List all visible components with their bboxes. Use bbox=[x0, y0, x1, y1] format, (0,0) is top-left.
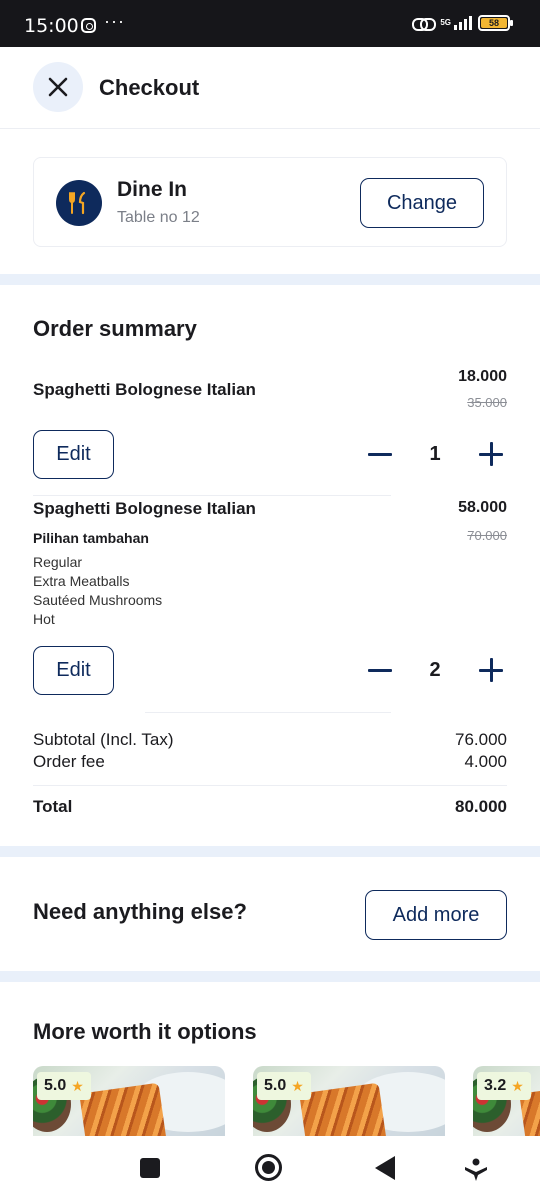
upsell-title: Need anything else? bbox=[33, 899, 247, 924]
close-button[interactable] bbox=[33, 62, 83, 112]
close-icon bbox=[48, 77, 68, 97]
hotspot-link-icon bbox=[412, 16, 437, 31]
status-bar: 15:00 ··· 5G 58 bbox=[0, 0, 540, 47]
page-title: Checkout bbox=[99, 75, 200, 100]
status-time: 15:00 bbox=[24, 15, 79, 37]
item-price: 18.000 bbox=[458, 368, 507, 385]
status-indicators: 5G 58 bbox=[412, 15, 513, 31]
total-value: 80.000 bbox=[455, 797, 507, 816]
section-divider bbox=[0, 971, 540, 982]
utensils-icon bbox=[56, 180, 102, 226]
item-quantity: 2 bbox=[429, 659, 441, 681]
system-nav-bar bbox=[0, 1136, 540, 1200]
edit-item-button[interactable]: Edit bbox=[33, 430, 114, 479]
addon-option: Sautéed Mushrooms bbox=[33, 592, 163, 608]
dine-in-card: Dine In Table no 12 Change bbox=[33, 157, 507, 247]
battery-level: 58 bbox=[481, 18, 507, 28]
instagram-icon bbox=[81, 18, 96, 33]
section-divider bbox=[0, 846, 540, 857]
item-original-price: 35.000 bbox=[467, 395, 507, 410]
item-name: Spaghetti Bolognese Italian bbox=[33, 499, 256, 518]
rating-value: 5.0 bbox=[44, 1077, 67, 1094]
total-divider bbox=[33, 785, 507, 786]
recommendation-card[interactable]: 5.0 ★ bbox=[253, 1066, 445, 1136]
checkout-header: Checkout bbox=[0, 47, 540, 129]
order-summary-title: Order summary bbox=[33, 316, 197, 341]
item-original-price: 70.000 bbox=[467, 528, 507, 543]
star-icon: ★ bbox=[511, 1077, 524, 1094]
addon-option: Regular bbox=[33, 554, 83, 570]
battery-icon: 58 bbox=[478, 15, 513, 31]
accessibility-icon[interactable] bbox=[463, 1156, 489, 1182]
addon-option: Hot bbox=[33, 611, 55, 627]
signal-icon bbox=[454, 16, 472, 30]
home-button[interactable] bbox=[255, 1154, 282, 1181]
recommendation-card[interactable]: 5.0 ★ bbox=[33, 1066, 225, 1136]
dine-in-title: Dine In bbox=[117, 178, 188, 201]
item-price: 58.000 bbox=[458, 499, 507, 516]
addons-label: Pilihan tambahan bbox=[33, 530, 149, 546]
rating-badge: 5.0 ★ bbox=[37, 1072, 91, 1100]
order-fee-value: 4.000 bbox=[464, 752, 507, 771]
item-divider bbox=[33, 495, 391, 496]
recommendation-card[interactable]: 3.2 ★ bbox=[473, 1066, 540, 1136]
recent-apps-button[interactable] bbox=[140, 1158, 160, 1178]
star-icon: ★ bbox=[71, 1077, 84, 1094]
addon-option: Extra Meatballs bbox=[33, 573, 130, 589]
rating-value: 3.2 bbox=[484, 1077, 507, 1094]
order-fee-label: Order fee bbox=[33, 752, 105, 771]
network-type: 5G bbox=[440, 18, 451, 27]
decrease-quantity-button[interactable] bbox=[368, 453, 392, 456]
decrease-quantity-button[interactable] bbox=[368, 669, 392, 672]
change-button[interactable]: Change bbox=[360, 178, 484, 228]
add-more-button[interactable]: Add more bbox=[365, 890, 507, 940]
rating-value: 5.0 bbox=[264, 1077, 287, 1094]
rating-badge: 5.0 ★ bbox=[257, 1072, 311, 1100]
total-label: Total bbox=[33, 797, 73, 816]
increase-quantity-button[interactable] bbox=[479, 442, 503, 466]
recommendation-carousel[interactable]: 5.0 ★ 5.0 ★ 3.2 ★ bbox=[33, 1066, 540, 1136]
back-button[interactable] bbox=[375, 1156, 395, 1180]
section-divider bbox=[0, 274, 540, 285]
table-number: Table no 12 bbox=[117, 209, 200, 226]
more-notifications-icon: ··· bbox=[104, 11, 125, 31]
item-divider bbox=[145, 712, 391, 713]
increase-quantity-button[interactable] bbox=[479, 658, 503, 682]
subtotal-label: Subtotal (Incl. Tax) bbox=[33, 730, 174, 749]
food-image-fries bbox=[79, 1082, 167, 1136]
edit-item-button[interactable]: Edit bbox=[33, 646, 114, 695]
item-quantity: 1 bbox=[429, 443, 441, 465]
star-icon: ★ bbox=[291, 1077, 304, 1094]
more-options-title: More worth it options bbox=[33, 1019, 257, 1044]
item-name: Spaghetti Bolognese Italian bbox=[33, 380, 256, 399]
food-image-fries bbox=[299, 1082, 387, 1136]
rating-badge: 3.2 ★ bbox=[477, 1072, 531, 1100]
subtotal-value: 76.000 bbox=[455, 730, 507, 749]
